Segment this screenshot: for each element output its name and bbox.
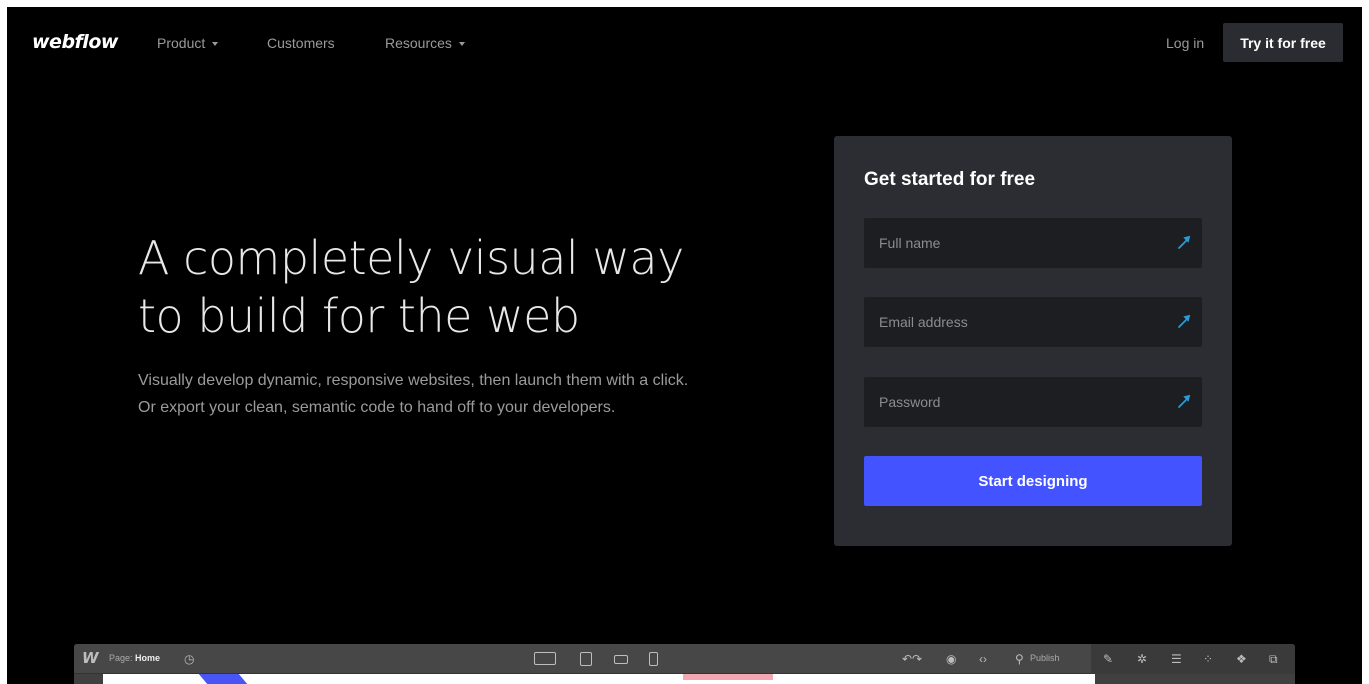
hero-subtitle: Visually develop dynamic, responsive web… [138, 372, 689, 416]
key-icon[interactable] [1176, 393, 1192, 409]
password-field[interactable]: Password [864, 377, 1202, 427]
login-link[interactable]: Log in [1166, 35, 1204, 51]
assets-icon[interactable]: ❖ [1236, 652, 1247, 666]
designer-panel-tabs: ✎ ✲ ☰ ⁘ ❖ ⧉ [1091, 644, 1295, 674]
key-icon[interactable] [1176, 234, 1192, 250]
page: webflow Product Customers Resources Log … [7, 7, 1362, 684]
undo-redo-icon[interactable]: ↶↷ [902, 652, 922, 666]
designer-canvas [103, 674, 1095, 684]
mobile-portrait-icon[interactable] [649, 652, 658, 666]
page-name: Home [135, 653, 161, 663]
hero-title-line-1: A completely visual way [138, 231, 684, 285]
brush-icon[interactable]: ✎ [1103, 652, 1113, 666]
email-placeholder: Email address [879, 314, 968, 330]
history-icon[interactable]: ◷ [184, 652, 194, 666]
hero-title: A completely visual way to build for the… [138, 229, 738, 345]
mobile-landscape-icon[interactable] [614, 655, 628, 664]
start-designing-button[interactable]: Start designing [864, 456, 1202, 506]
top-navigation: webflow Product Customers Resources Log … [7, 7, 1362, 79]
key-icon[interactable] [1176, 313, 1192, 329]
signup-title: Get started for free [864, 169, 1036, 190]
publish-icon[interactable]: ⚲ [1015, 652, 1024, 666]
settings-icon[interactable]: ✲ [1137, 652, 1147, 666]
canvas-shape [198, 674, 248, 684]
nav-customers[interactable]: Customers [267, 35, 335, 51]
page-prefix: Page: [109, 653, 133, 663]
email-field[interactable]: Email address [864, 297, 1202, 347]
signup-card: Get started for free Full name Email add… [834, 136, 1232, 546]
interactions-icon[interactable]: ⁘ [1203, 652, 1213, 666]
password-placeholder: Password [879, 394, 941, 410]
desktop-icon[interactable] [534, 652, 556, 665]
tablet-icon[interactable] [580, 652, 592, 666]
pages-icon[interactable]: ⧉ [1269, 652, 1278, 666]
chevron-down-icon [212, 41, 219, 46]
page-selector[interactable]: Page: Home [109, 653, 160, 663]
nav-product[interactable]: Product [157, 35, 219, 51]
code-icon[interactable]: ‹› [979, 652, 987, 666]
designer-toolbar: W Page: Home ◷ ↶↷ ◉ ‹› ⚲ Publish ✎ ✲ ☰ ⁘… [74, 644, 1295, 674]
canvas-shape [683, 674, 773, 680]
designer-preview: W Page: Home ◷ ↶↷ ◉ ‹› ⚲ Publish ✎ ✲ ☰ ⁘… [74, 644, 1295, 684]
nav-product-label: Product [157, 35, 206, 51]
full-name-field[interactable]: Full name [864, 218, 1202, 268]
designer-logo: W [82, 649, 99, 667]
hero-title-line-2: to build for the web [138, 289, 580, 343]
nav-customers-label: Customers [267, 35, 335, 51]
try-for-free-button[interactable]: Try it for free [1223, 23, 1343, 62]
nav-resources[interactable]: Resources [385, 35, 465, 51]
publish-button[interactable]: Publish [1030, 653, 1060, 663]
chevron-down-icon [458, 41, 465, 46]
preview-icon[interactable]: ◉ [946, 652, 956, 666]
navigator-icon[interactable]: ☰ [1171, 652, 1182, 666]
nav-resources-label: Resources [385, 35, 452, 51]
full-name-placeholder: Full name [879, 235, 941, 251]
webflow-logo[interactable]: webflow [32, 31, 118, 53]
